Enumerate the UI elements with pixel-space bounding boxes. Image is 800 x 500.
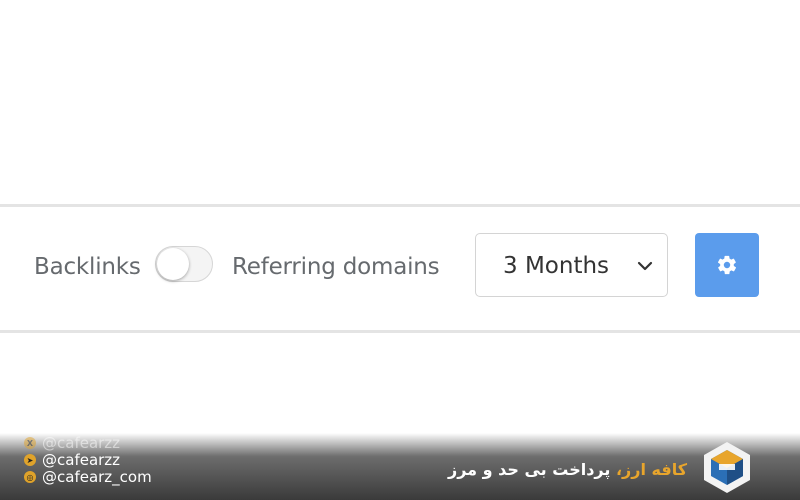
instagram-icon: ◎: [24, 471, 36, 483]
period-select[interactable]: 3 Months: [475, 233, 668, 297]
toggle-knob: [157, 248, 189, 280]
social-handle: @cafearzz: [42, 451, 121, 469]
period-select-value: 3 Months: [503, 253, 610, 279]
social-handle: @cafearz_com: [42, 468, 152, 486]
backlinks-toolbar: Backlinks Referring domains 3 Months: [0, 207, 800, 330]
backlinks-label: Backlinks: [34, 254, 141, 280]
backlinks-referring-toggle[interactable]: [155, 246, 213, 282]
social-x: X @cafearzz: [24, 434, 120, 452]
watermark-brand: کافه ارز،: [615, 460, 687, 479]
referring-domains-label: Referring domains: [232, 254, 440, 280]
settings-button[interactable]: [695, 233, 759, 297]
social-handle: @cafearzz: [42, 434, 121, 452]
watermark-slogan: کافه ارز، پرداخت بی حد و مرز: [448, 460, 687, 484]
watermark-slogan-text: پرداخت بی حد و مرز: [447, 460, 616, 479]
gear-icon: [717, 255, 737, 275]
social-instagram: ◎ @cafearz_com: [24, 468, 152, 486]
cafearz-logo: [704, 442, 750, 493]
chevron-down-icon: [637, 261, 653, 271]
telegram-icon: ➤: [24, 454, 36, 466]
x-icon: X: [24, 437, 36, 449]
social-telegram: ➤ @cafearzz: [24, 451, 120, 469]
toolbar-bottom-divider: [0, 330, 800, 333]
